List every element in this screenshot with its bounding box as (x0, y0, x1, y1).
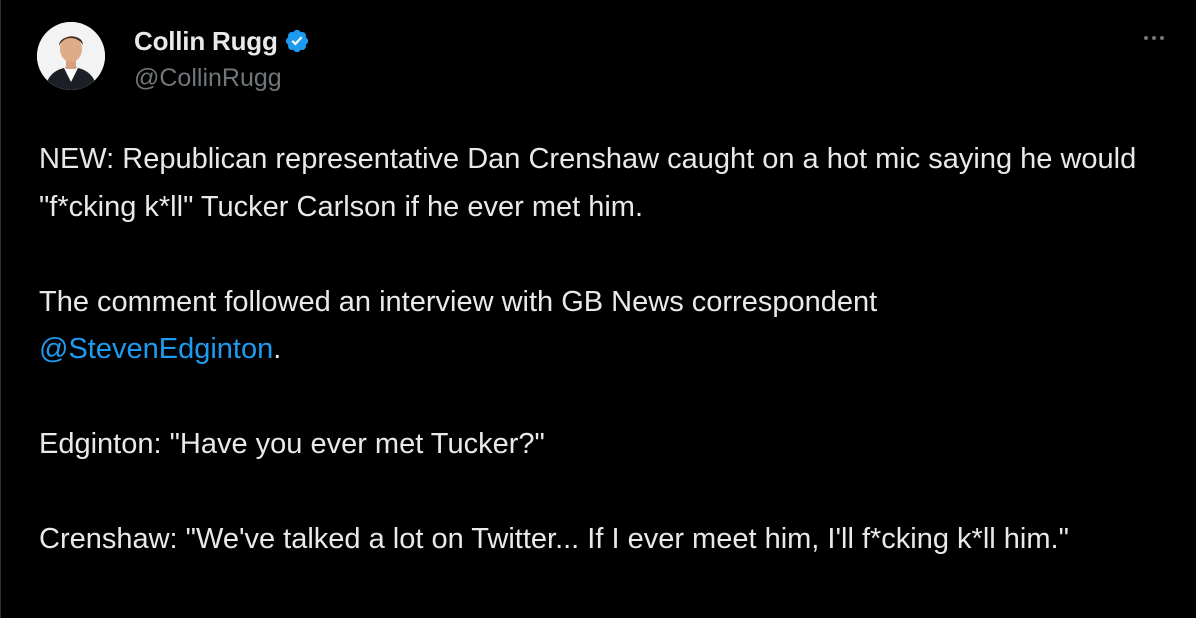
tweet-paragraph-2-end: . (273, 333, 282, 365)
author-display-name[interactable]: Collin Rugg (134, 26, 278, 57)
tweet-text: NEW: Republican representative Dan Crens… (39, 136, 1159, 564)
author-info: Collin Rugg @CollinRugg (134, 24, 310, 93)
dot (1160, 36, 1164, 40)
tweet-paragraph-1: NEW: Republican representative Dan Crens… (39, 143, 1137, 223)
tweet-paragraph-4: Crenshaw: "We've talked a lot on Twitter… (39, 523, 1069, 555)
author-avatar[interactable] (37, 22, 105, 90)
dot (1152, 36, 1156, 40)
author-handle[interactable]: @CollinRugg (134, 64, 310, 93)
tweet-paragraph-2: The comment followed an interview with G… (39, 279, 1159, 374)
verified-badge-icon[interactable] (284, 28, 310, 54)
tweet-paragraph-2-text: The comment followed an interview with G… (39, 285, 878, 318)
more-options-icon[interactable] (1142, 30, 1166, 46)
tweet-paragraph-3: Edginton: "Have you ever met Tucker?" (39, 428, 545, 460)
profile-photo-icon (37, 22, 105, 90)
mention-link[interactable]: @StevenEdginton (39, 333, 273, 365)
author-name-row: Collin Rugg (134, 24, 310, 58)
dot (1144, 36, 1148, 40)
tweet-card: Collin Rugg @CollinRugg NEW: Republican … (0, 0, 1196, 618)
